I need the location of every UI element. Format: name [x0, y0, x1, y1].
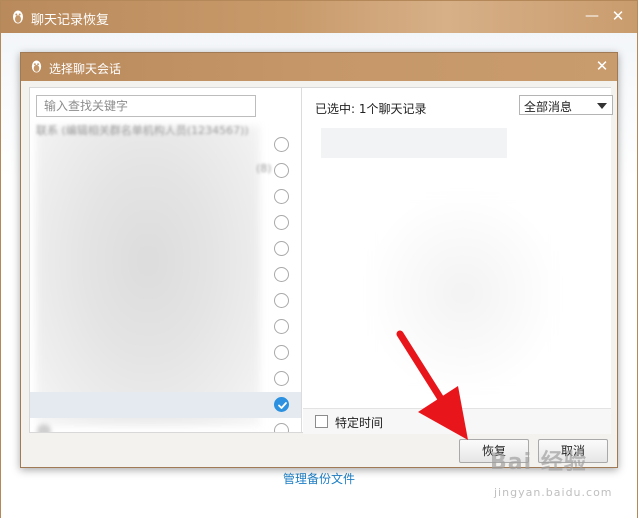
selection-panel: 已选中: 1个聊天记录 全部消息 特定时间 — [303, 88, 613, 434]
dialog-title: 选择聊天会话 — [49, 62, 122, 76]
session-radio[interactable] — [274, 137, 289, 152]
list-item[interactable] — [30, 288, 301, 314]
list-item[interactable] — [30, 262, 301, 288]
session-radio[interactable] — [274, 423, 289, 432]
session-radio-checked[interactable] — [274, 397, 289, 412]
list-item[interactable] — [30, 340, 301, 366]
minimize-icon[interactable]: — — [583, 7, 601, 25]
outer-titlebar: 聊天记录恢复 — ✕ — [1, 1, 637, 33]
list-item[interactable] — [30, 314, 301, 340]
session-radio[interactable] — [274, 293, 289, 308]
penguin-icon — [31, 60, 42, 73]
session-radio[interactable] — [274, 319, 289, 334]
close-icon[interactable]: ✕ — [609, 7, 627, 25]
session-radio[interactable] — [274, 163, 289, 178]
specific-time-label: 特定时间 — [335, 416, 384, 430]
penguin-icon — [13, 10, 23, 24]
search-input[interactable] — [36, 95, 256, 117]
session-radio[interactable] — [274, 345, 289, 360]
list-item[interactable]: (8) — [30, 158, 301, 184]
session-radio[interactable] — [274, 189, 289, 204]
session-list-panel: 联系 (编辑相关群名单机构人员(1234567)) (8) — [30, 88, 302, 432]
session-radio[interactable] — [274, 267, 289, 282]
watermark-sub-text: jingyan.baidu.com — [494, 486, 613, 499]
clipped-session-suffix: (8) — [256, 162, 272, 175]
outer-window-title: 聊天记录恢复 — [31, 13, 110, 28]
selected-count-label: 已选中: 1个聊天记录 — [315, 102, 427, 116]
session-radio[interactable] — [274, 371, 289, 386]
list-item[interactable] — [30, 184, 301, 210]
selected-session-item — [321, 128, 507, 158]
session-radio[interactable] — [274, 241, 289, 256]
list-item[interactable] — [30, 366, 301, 392]
specific-time-checkbox[interactable] — [315, 415, 328, 428]
baidu-jingyan-watermark: Bai 经验 jingyan.baidu.com — [490, 444, 636, 516]
clipped-session-name: 联系 (编辑相关群名单机构人员(1234567)) — [36, 124, 249, 137]
dialog-titlebar: 选择聊天会话 ✕ — [21, 53, 617, 81]
list-item[interactable]: 联系 (编辑相关群名单机构人员(1234567)) — [30, 124, 301, 158]
watermark-main-text: Bai 经验 — [490, 450, 587, 475]
list-item[interactable] — [30, 236, 301, 262]
message-filter-value: 全部消息 — [524, 100, 573, 114]
list-item[interactable] — [30, 418, 301, 432]
chevron-down-icon — [597, 103, 607, 109]
specific-time-bar: 特定时间 — [303, 408, 611, 434]
manage-backup-files-link[interactable]: 管理备份文件 — [283, 470, 355, 487]
list-item[interactable] — [30, 210, 301, 236]
faint-background-graphic — [363, 188, 563, 398]
avatar — [37, 424, 51, 432]
dialog-body: 联系 (编辑相关群名单机构人员(1234567)) (8) 已选中: 1个聊天记录… — [29, 87, 613, 434]
session-radio[interactable] — [274, 215, 289, 230]
list-item[interactable] — [30, 392, 301, 418]
select-session-dialog: 选择聊天会话 ✕ 联系 (编辑相关群名单机构人员(1234567)) (8) 已选… — [20, 52, 618, 468]
close-icon[interactable]: ✕ — [594, 58, 610, 74]
message-filter-select[interactable]: 全部消息 — [519, 95, 613, 115]
checkmark-icon — [278, 402, 287, 409]
